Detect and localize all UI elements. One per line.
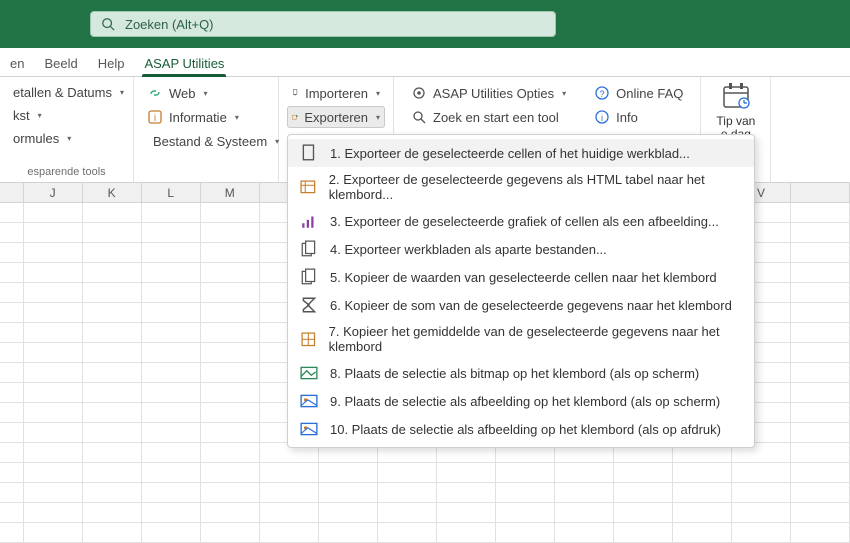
import-icon xyxy=(292,85,299,101)
search-icon xyxy=(101,17,115,31)
chevron-down-icon: ▾ xyxy=(120,88,124,97)
chevron-down-icon: ▾ xyxy=(376,113,380,122)
search-placeholder: Zoeken (Alt+Q) xyxy=(125,17,214,32)
menu-item-image-print[interactable]: 10. Plaats de selectie als afbeelding op… xyxy=(288,415,754,443)
average-icon xyxy=(300,330,317,348)
menu-item-export-html[interactable]: 2. Exporteer de geselecteerde gegevens a… xyxy=(288,167,754,207)
svg-text:?: ? xyxy=(600,89,605,99)
ribbon-group-web: Web▾ i Informatie▾ Bestand & Systeem▾ xyxy=(134,77,279,182)
ribbon-group-tools: etallen & Datums▾ kst▾ ormules▾ esparend… xyxy=(0,77,134,182)
svg-text:i: i xyxy=(601,113,603,123)
chevron-down-icon: ▾ xyxy=(67,134,71,143)
tab-beeld[interactable]: Beeld xyxy=(34,50,87,76)
menu-item-export-image[interactable]: 3. Exporteer de geselecteerde grafiek of… xyxy=(288,207,754,235)
grid-row xyxy=(0,523,850,543)
cmd-asap-opties[interactable]: ASAP Utilities Opties▾ xyxy=(406,82,571,104)
col-header[interactable] xyxy=(791,183,850,202)
title-bar: Zoeken (Alt+Q) xyxy=(0,0,850,48)
tab-asap-utilities[interactable]: ASAP Utilities xyxy=(134,50,234,76)
sigma-icon xyxy=(300,296,318,314)
chevron-down-icon: ▾ xyxy=(38,111,42,120)
menu-item-copy-sum[interactable]: 6. Kopieer de som van de geselecteerde g… xyxy=(288,291,754,319)
picture-frame-icon xyxy=(300,392,318,410)
export-icon xyxy=(292,109,298,125)
cmd-web[interactable]: Web▾ xyxy=(142,82,270,104)
col-header[interactable]: K xyxy=(83,183,142,202)
cmd-formules[interactable]: ormules▾ xyxy=(8,128,125,149)
html-table-icon xyxy=(300,178,317,196)
search-box[interactable]: Zoeken (Alt+Q) xyxy=(90,11,556,37)
page-icon xyxy=(300,144,318,162)
menu-item-copy-values[interactable]: 5. Kopieer de waarden van geselecteerde … xyxy=(288,263,754,291)
group-label: esparende tools xyxy=(8,162,125,182)
menu-item-image-screen[interactable]: 9. Plaats de selectie als afbeelding op … xyxy=(288,387,754,415)
grid-row xyxy=(0,483,850,503)
grid-row xyxy=(0,463,850,483)
picture-icon xyxy=(300,364,318,382)
chevron-down-icon: ▾ xyxy=(204,89,208,98)
cmd-informatie[interactable]: i Informatie▾ xyxy=(142,106,270,128)
select-all-corner[interactable] xyxy=(0,183,24,202)
cmd-online-faq[interactable]: ? Online FAQ xyxy=(589,82,688,104)
search-tool-icon xyxy=(411,109,427,125)
picture-print-icon xyxy=(300,420,318,438)
col-header[interactable]: L xyxy=(142,183,201,202)
menu-item-export-sheets-files[interactable]: 4. Exporteer werkbladen als aparte besta… xyxy=(288,235,754,263)
copy-icon xyxy=(300,268,318,286)
cmd-zoek-start-tool[interactable]: Zoek en start een tool xyxy=(406,106,571,128)
grid-row xyxy=(0,503,850,523)
menu-item-copy-average[interactable]: 7. Kopieer het gemiddelde van de geselec… xyxy=(288,319,754,359)
cmd-exporteren[interactable]: Exporteren▾ xyxy=(287,106,385,128)
cmd-tekst[interactable]: kst▾ xyxy=(8,105,125,126)
help-icon: ? xyxy=(594,85,610,101)
cmd-importeren[interactable]: Importeren▾ xyxy=(287,82,385,104)
cmd-info[interactable]: i Info xyxy=(589,106,688,128)
tab-help[interactable]: Help xyxy=(88,50,135,76)
cmd-getallen-datums[interactable]: etallen & Datums▾ xyxy=(8,82,125,103)
calendar-tip-icon[interactable] xyxy=(720,81,752,113)
cmd-bestand-systeem[interactable]: Bestand & Systeem▾ xyxy=(142,130,270,152)
chevron-down-icon: ▾ xyxy=(562,89,566,98)
menu-item-bitmap-screen[interactable]: 8. Plaats de selectie als bitmap op het … xyxy=(288,359,754,387)
info-circle-icon: i xyxy=(594,109,610,125)
info-icon: i xyxy=(147,109,163,125)
chart-image-icon xyxy=(300,212,318,230)
chevron-down-icon: ▾ xyxy=(235,113,239,122)
exporteren-dropdown-menu: 1. Exporteer de geselecteerde cellen of … xyxy=(287,134,755,448)
chevron-down-icon: ▾ xyxy=(376,89,380,98)
gear-icon xyxy=(411,85,427,101)
col-header[interactable]: J xyxy=(24,183,83,202)
ribbon-tabs: en Beeld Help ASAP Utilities xyxy=(0,48,850,77)
svg-text:i: i xyxy=(154,113,156,124)
multi-page-icon xyxy=(300,240,318,258)
link-icon xyxy=(147,85,163,101)
tab-partial[interactable]: en xyxy=(0,50,34,76)
col-header[interactable]: M xyxy=(201,183,260,202)
menu-item-export-cells-worksheet[interactable]: 1. Exporteer de geselecteerde cellen of … xyxy=(288,139,754,167)
